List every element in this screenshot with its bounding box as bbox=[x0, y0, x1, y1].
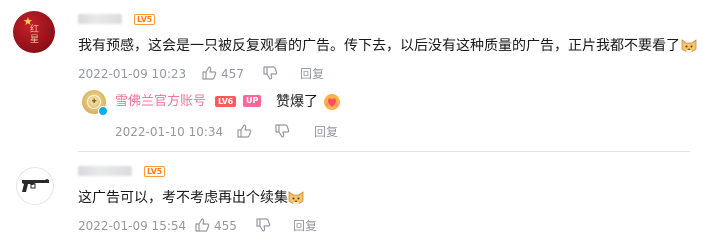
comment-text: 我有预感，这会是一只被反复观看的广告。传下去，以后没有这种质量的广告，正片我都不… bbox=[78, 38, 680, 54]
like-count: 455 bbox=[214, 219, 237, 233]
username-blurred[interactable] bbox=[78, 166, 132, 176]
thumbs-down-icon[interactable] bbox=[262, 65, 278, 81]
avatar-glyphs: 红星 bbox=[30, 25, 40, 45]
username-blurred[interactable] bbox=[78, 14, 122, 24]
comment-divider bbox=[78, 151, 690, 152]
level-badge: LV6 bbox=[215, 96, 236, 107]
thumbs-up-icon[interactable] bbox=[194, 217, 210, 233]
reply-username[interactable]: 雪佛兰官方账号 bbox=[115, 94, 206, 110]
heart-emoji bbox=[324, 94, 340, 110]
reply-text: 赞爆了 bbox=[276, 94, 318, 110]
up-badge: UP bbox=[243, 95, 262, 107]
like-count: 457 bbox=[221, 67, 244, 81]
dog-emoji bbox=[681, 39, 697, 53]
gun-icon bbox=[22, 179, 49, 192]
reply-button[interactable]: 回复 bbox=[314, 125, 338, 139]
reply-button[interactable]: 回复 bbox=[293, 219, 317, 233]
thumbs-up-icon[interactable] bbox=[236, 123, 252, 139]
comment-time: 2022-01-09 10:23 bbox=[78, 67, 187, 81]
dog-emoji bbox=[288, 191, 304, 205]
comment-time: 2022-01-09 15:54 bbox=[78, 219, 187, 233]
thumbs-up-icon[interactable] bbox=[201, 65, 217, 81]
level-badge: LV5 bbox=[134, 14, 155, 25]
comment-text: 这广告可以，考不考虑再出个续集 bbox=[78, 190, 288, 206]
reply-time: 2022-01-10 10:34 bbox=[115, 125, 224, 139]
level-badge: LV5 bbox=[144, 166, 165, 177]
user-avatar[interactable] bbox=[16, 167, 54, 205]
user-avatar[interactable]: ★ 红星 bbox=[13, 11, 55, 53]
thumbs-down-icon[interactable] bbox=[255, 217, 271, 233]
reply-button[interactable]: 回复 bbox=[300, 67, 324, 81]
thumbs-down-icon[interactable] bbox=[274, 123, 290, 139]
verified-icon bbox=[98, 106, 108, 116]
